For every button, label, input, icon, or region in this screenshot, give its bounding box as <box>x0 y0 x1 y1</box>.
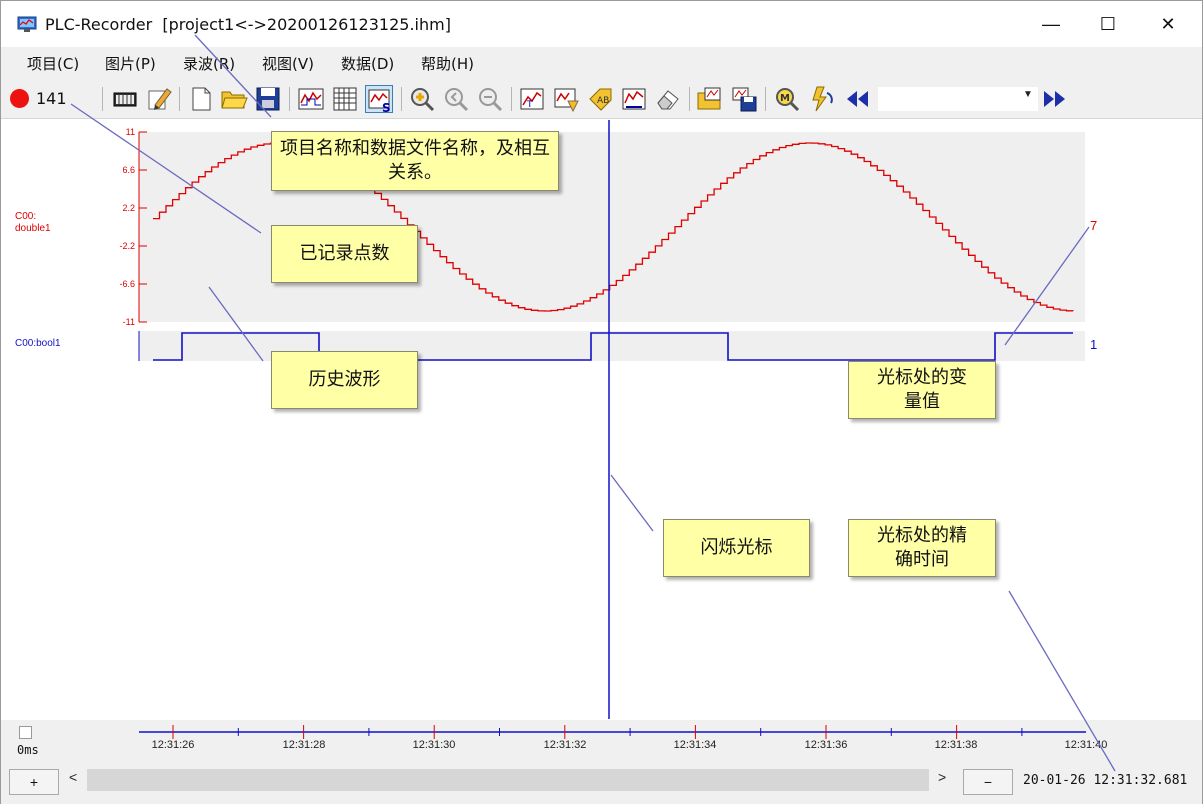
chevron-down-icon[interactable]: ▼ <box>1023 89 1033 100</box>
playback-speed-select[interactable] <box>878 87 1038 111</box>
record-count: 141 <box>36 89 67 108</box>
menu-project[interactable]: 项目(C) <box>27 53 79 74</box>
waveform-canvas[interactable]: 11 6.6 2.2 -2.2 -6.6 -11 C00: double1 C00… <box>1 1 1203 804</box>
svg-text:T: T <box>526 100 533 110</box>
app-window: PLC-Recorder [project1<->20200126123125.… <box>0 0 1203 804</box>
svg-text:M: M <box>780 93 790 104</box>
minimize-button[interactable]: — <box>1021 1 1081 47</box>
zoom-minus-button[interactable]: − <box>963 769 1013 795</box>
edit-icon[interactable] <box>145 85 173 113</box>
y-tick-label: -2.2 <box>119 241 135 251</box>
scale-icon[interactable]: S <box>365 85 393 115</box>
marker-icon[interactable]: M <box>773 85 801 113</box>
double-cursor-value: 7 <box>1090 218 1097 233</box>
y-tick-label: -11 <box>123 317 135 327</box>
toolbar-separator <box>179 87 180 111</box>
annotation-cursor-value: 光标处的变量值 <box>848 361 996 419</box>
svg-text:S: S <box>382 101 391 114</box>
zoom-out-icon[interactable] <box>442 85 470 113</box>
annotation-leader <box>1004 226 1090 346</box>
import-icon[interactable] <box>696 85 724 113</box>
zoom-in-icon[interactable] <box>408 85 436 113</box>
scroll-left-icon[interactable]: < <box>69 769 77 785</box>
grid-icon[interactable] <box>331 85 359 113</box>
channel-label-bool: C00:bool1 <box>15 338 61 349</box>
menu-record[interactable]: 录波(R) <box>183 53 235 74</box>
fast-forward-icon[interactable] <box>1041 85 1069 113</box>
waveform-icon[interactable] <box>297 85 325 113</box>
annotation-leader <box>208 286 264 362</box>
eraser-icon[interactable] <box>654 85 682 113</box>
y-tick-label: 6.6 <box>122 165 135 175</box>
label-icon[interactable]: AB <box>586 85 614 113</box>
channel-label-double: C00: double1 <box>15 211 51 234</box>
window-title: PLC-Recorder [project1<->20200126123125.… <box>45 15 451 34</box>
save-icon[interactable] <box>254 85 282 113</box>
toolbar-separator <box>289 87 290 111</box>
meter-icon[interactable] <box>111 85 139 113</box>
annotation-blinking-cursor: 闪烁光标 <box>663 519 810 577</box>
svg-text:AB: AB <box>597 96 609 106</box>
annotation-leader <box>70 103 262 234</box>
annotation-history-waveform: 历史波形 <box>271 351 418 409</box>
analyze-icon[interactable] <box>552 85 580 113</box>
zoom-plus-button[interactable]: + <box>9 769 59 795</box>
y-tick-label: 2.2 <box>122 203 135 213</box>
toolbar-separator <box>511 87 512 111</box>
menu-help[interactable]: 帮助(H) <box>421 53 474 74</box>
bool-cursor-value: 1 <box>1090 337 1097 352</box>
interval-checkbox[interactable] <box>19 726 32 739</box>
new-file-icon[interactable] <box>187 85 215 113</box>
rewind-icon[interactable] <box>843 85 871 113</box>
annotation-cursor-time: 光标处的精确时间 <box>848 519 996 577</box>
toolbar-separator <box>401 87 402 111</box>
menu-bar: 项目(C) 图片(P) 录波(R) 视图(V) 数据(D) 帮助(H) <box>1 47 1202 77</box>
maximize-button[interactable]: ☐ <box>1078 1 1138 47</box>
y-tick-label: 11 <box>126 127 135 137</box>
annotation-leader <box>610 474 654 532</box>
cursor-time-readout: 20-01-26 12:31:32.681 <box>1023 773 1188 788</box>
menu-data[interactable]: 数据(D) <box>341 53 394 74</box>
annotation-project-title: 项目名称和数据文件名称，及相互关系。 <box>271 131 559 191</box>
record-status-icon <box>10 89 29 108</box>
close-button[interactable]: ✕ <box>1138 1 1198 47</box>
refresh-icon[interactable] <box>807 85 835 113</box>
interval-label: 0ms <box>17 743 39 757</box>
open-folder-icon[interactable] <box>220 85 248 113</box>
app-logo-icon <box>17 16 37 32</box>
toolbar-separator <box>765 87 766 111</box>
annotation-recorded-points: 已记录点数 <box>271 225 418 283</box>
measure-icon[interactable] <box>620 85 648 113</box>
export-icon[interactable] <box>730 85 758 113</box>
toolbar-separator <box>689 87 690 111</box>
time-axis-panel <box>1 720 1202 804</box>
y-tick-label: -6.6 <box>119 279 135 289</box>
title-bar: PLC-Recorder [project1<->20200126123125.… <box>1 1 1202 47</box>
zoom-reset-icon[interactable] <box>476 85 504 113</box>
menu-picture[interactable]: 图片(P) <box>105 53 156 74</box>
toolbar-separator <box>102 87 103 111</box>
menu-view[interactable]: 视图(V) <box>262 53 314 74</box>
scroll-right-icon[interactable]: > <box>938 769 946 785</box>
trend-icon[interactable]: T <box>518 85 546 113</box>
horizontal-scrollbar[interactable] <box>87 769 929 791</box>
